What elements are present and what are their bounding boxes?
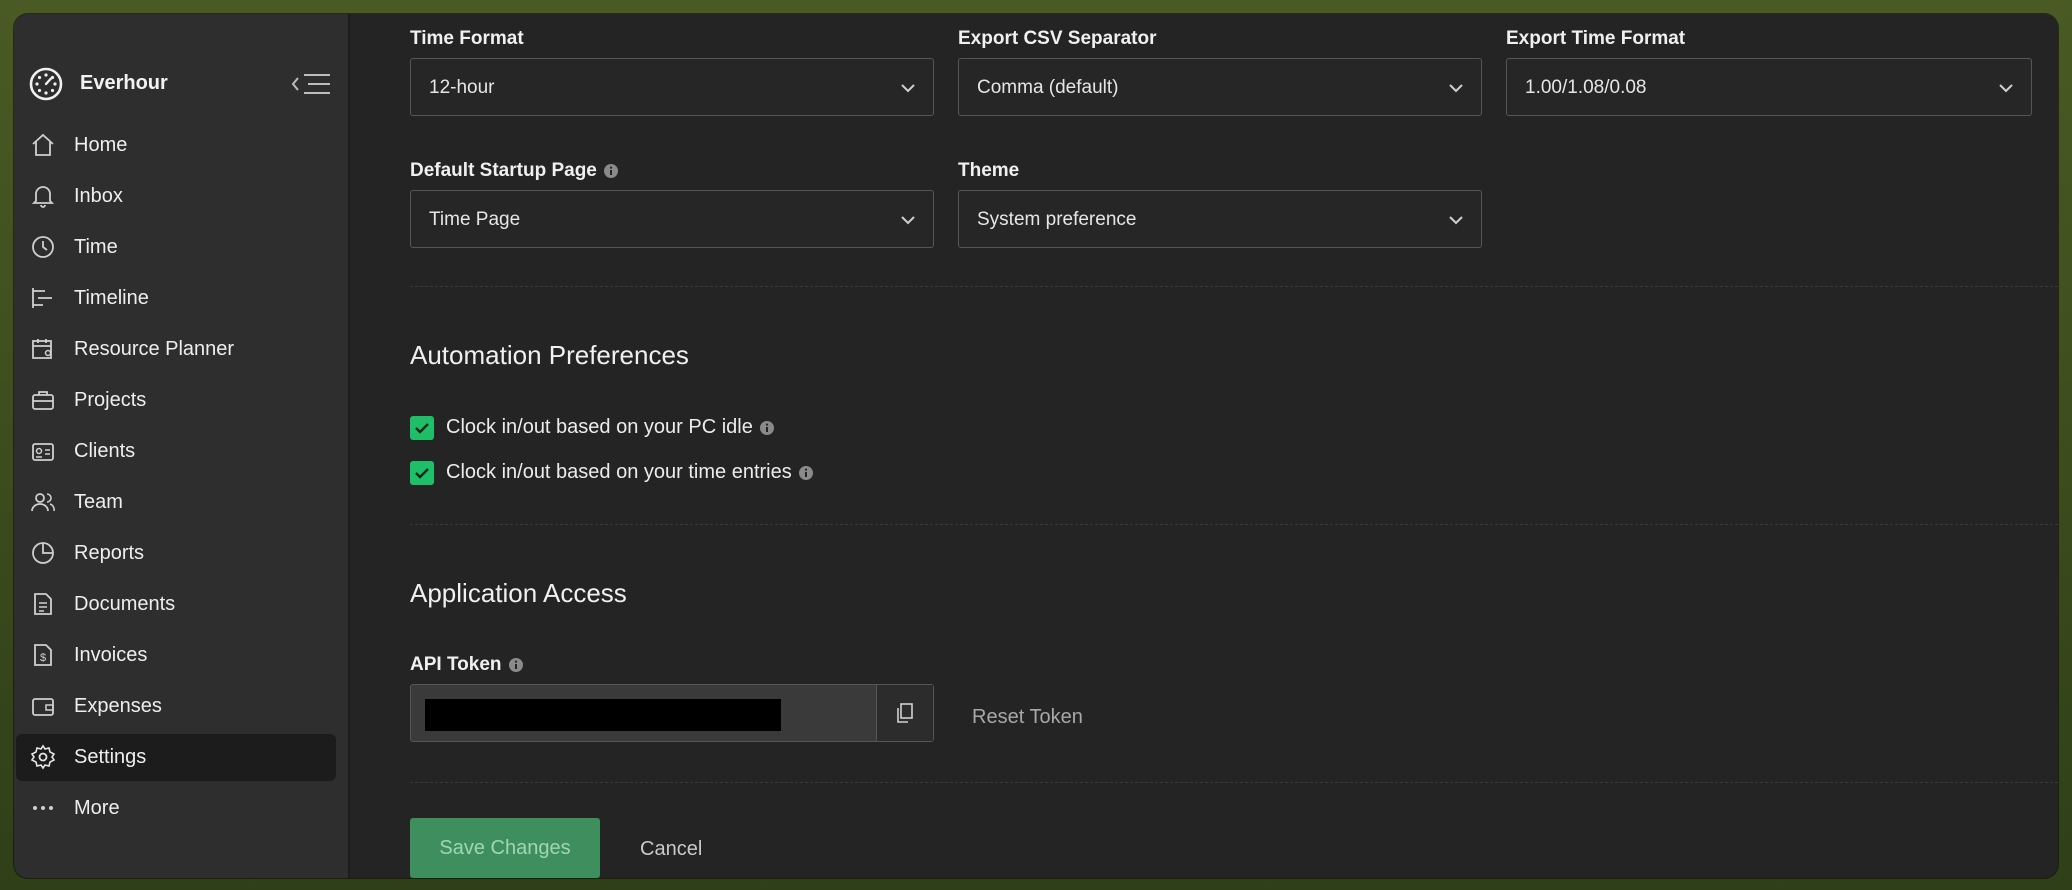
app-name: Everhour (80, 72, 168, 94)
app-window: Everhour Home Inbox Time Timeline Resour… (14, 14, 2058, 878)
api-token-redacted (425, 699, 781, 731)
section-divider (410, 782, 2058, 783)
id-card-icon (32, 443, 54, 461)
sidebar-item-label: Team (74, 491, 123, 513)
export-time-format-select[interactable]: 1.00/1.08/0.08 (1506, 58, 2032, 116)
more-dots-icon (33, 806, 53, 810)
theme-value: System preference (977, 209, 1137, 230)
sidebar-item-label: Resource Planner (74, 338, 235, 360)
sidebar-item-label: Timeline (74, 287, 149, 309)
api-token-field[interactable] (410, 684, 934, 742)
sidebar-item-label: Expenses (74, 695, 162, 717)
checkmark-icon (415, 423, 429, 434)
section-divider (410, 524, 2058, 525)
sidebar-item-documents[interactable]: Documents (16, 581, 336, 628)
api-token-label-text: API Token (410, 654, 502, 675)
access-section-title: Application Access (410, 578, 627, 608)
info-icon[interactable] (798, 465, 814, 481)
bell-icon (31, 186, 55, 208)
chevron-down-icon (1449, 84, 1463, 93)
chevron-down-icon (1449, 216, 1463, 225)
automation-section-title: Automation Preferences (410, 340, 689, 370)
sidebar-item-label: Projects (74, 389, 147, 411)
time-format-select[interactable]: 12-hour (410, 58, 934, 116)
csv-separator-value: Comma (default) (977, 77, 1119, 98)
api-token-label: API Token (410, 654, 524, 676)
document-icon (34, 593, 52, 615)
startup-page-label-text: Default Startup Page (410, 160, 597, 181)
theme-select[interactable]: System preference (958, 190, 1482, 248)
pie-chart-icon (32, 542, 54, 564)
copy-icon (897, 703, 913, 723)
briefcase-icon (32, 391, 54, 410)
clock-icon (32, 236, 54, 258)
time-entries-checkbox[interactable] (410, 461, 434, 485)
info-icon[interactable] (508, 657, 524, 673)
sidebar-item-inbox[interactable]: Inbox (16, 173, 336, 220)
sidebar-item-label: Home (74, 134, 128, 156)
timeline-icon (32, 288, 52, 308)
home-icon (32, 133, 54, 156)
sidebar: Everhour Home Inbox Time Timeline Resour… (14, 14, 350, 878)
chevron-down-icon (901, 84, 915, 93)
sidebar-item-projects[interactable]: Projects (16, 377, 336, 424)
sidebar-item-label: More (74, 797, 120, 819)
section-divider (410, 286, 2058, 287)
startup-page-label: Default Startup Page (410, 160, 619, 182)
csv-separator-label: Export CSV Separator (958, 28, 1157, 49)
sidebar-item-label: Time (74, 236, 118, 258)
theme-label: Theme (958, 160, 1020, 181)
wallet-icon (32, 698, 54, 716)
cancel-button[interactable]: Cancel (640, 838, 702, 861)
gear-icon (30, 744, 56, 770)
sidebar-item-label: Reports (74, 542, 145, 564)
time-entries-label-text: Clock in/out based on your time entries (446, 461, 792, 483)
people-icon (31, 493, 55, 512)
checkmark-icon (415, 468, 429, 479)
sidebar-item-label: Clients (74, 440, 136, 462)
copy-token-button[interactable] (876, 685, 933, 741)
info-icon[interactable] (603, 163, 619, 179)
sidebar-item-home[interactable]: Home (16, 122, 336, 169)
sidebar-item-expenses[interactable]: Expenses (16, 683, 336, 730)
collapse-sidebar-icon[interactable] (290, 70, 334, 98)
sidebar-item-team[interactable]: Team (16, 479, 336, 526)
brand: Everhour (28, 62, 338, 106)
startup-page-select[interactable]: Time Page (410, 190, 934, 248)
everhour-logo-icon (29, 67, 63, 101)
sidebar-item-label: Settings (74, 746, 147, 768)
time-entries-label: Clock in/out based on your time entries (446, 461, 814, 484)
export-time-format-label: Export Time Format (1506, 28, 1686, 49)
svg-text:$: $ (40, 652, 46, 664)
time-format-value: 12-hour (429, 77, 495, 98)
startup-page-value: Time Page (429, 209, 521, 230)
sidebar-item-timeline[interactable]: Timeline (16, 275, 336, 322)
sidebar-item-invoices[interactable]: $ Invoices (16, 632, 336, 679)
sidebar-item-label: Invoices (74, 644, 148, 666)
info-icon[interactable] (759, 420, 775, 436)
sidebar-item-label: Documents (74, 593, 176, 615)
save-changes-button[interactable]: Save Changes (410, 818, 600, 878)
chevron-down-icon (1999, 84, 2013, 93)
time-format-label: Time Format (410, 28, 524, 49)
sidebar-item-resource-planner[interactable]: Resource Planner (16, 326, 336, 373)
pc-idle-label-text: Clock in/out based on your PC idle (446, 416, 753, 438)
settings-content: Time Format 12-hour Export CSV Separator… (350, 14, 2058, 878)
reset-token-button[interactable]: Reset Token (972, 706, 1083, 729)
sidebar-item-label: Inbox (74, 185, 123, 207)
sidebar-item-time[interactable]: Time (16, 224, 336, 271)
calendar-person-icon (32, 339, 52, 359)
csv-separator-select[interactable]: Comma (default) (958, 58, 1482, 116)
sidebar-item-reports[interactable]: Reports (16, 530, 336, 577)
sidebar-item-more[interactable]: More (16, 785, 336, 832)
pc-idle-label: Clock in/out based on your PC idle (446, 416, 775, 439)
export-time-format-value: 1.00/1.08/0.08 (1525, 77, 1647, 98)
pc-idle-checkbox[interactable] (410, 416, 434, 440)
invoice-icon: $ (34, 644, 52, 666)
sidebar-nav: Home Inbox Time Timeline Resource Planne… (16, 122, 336, 836)
sidebar-item-settings[interactable]: Settings (16, 734, 336, 781)
sidebar-item-clients[interactable]: Clients (16, 428, 336, 475)
chevron-down-icon (901, 216, 915, 225)
